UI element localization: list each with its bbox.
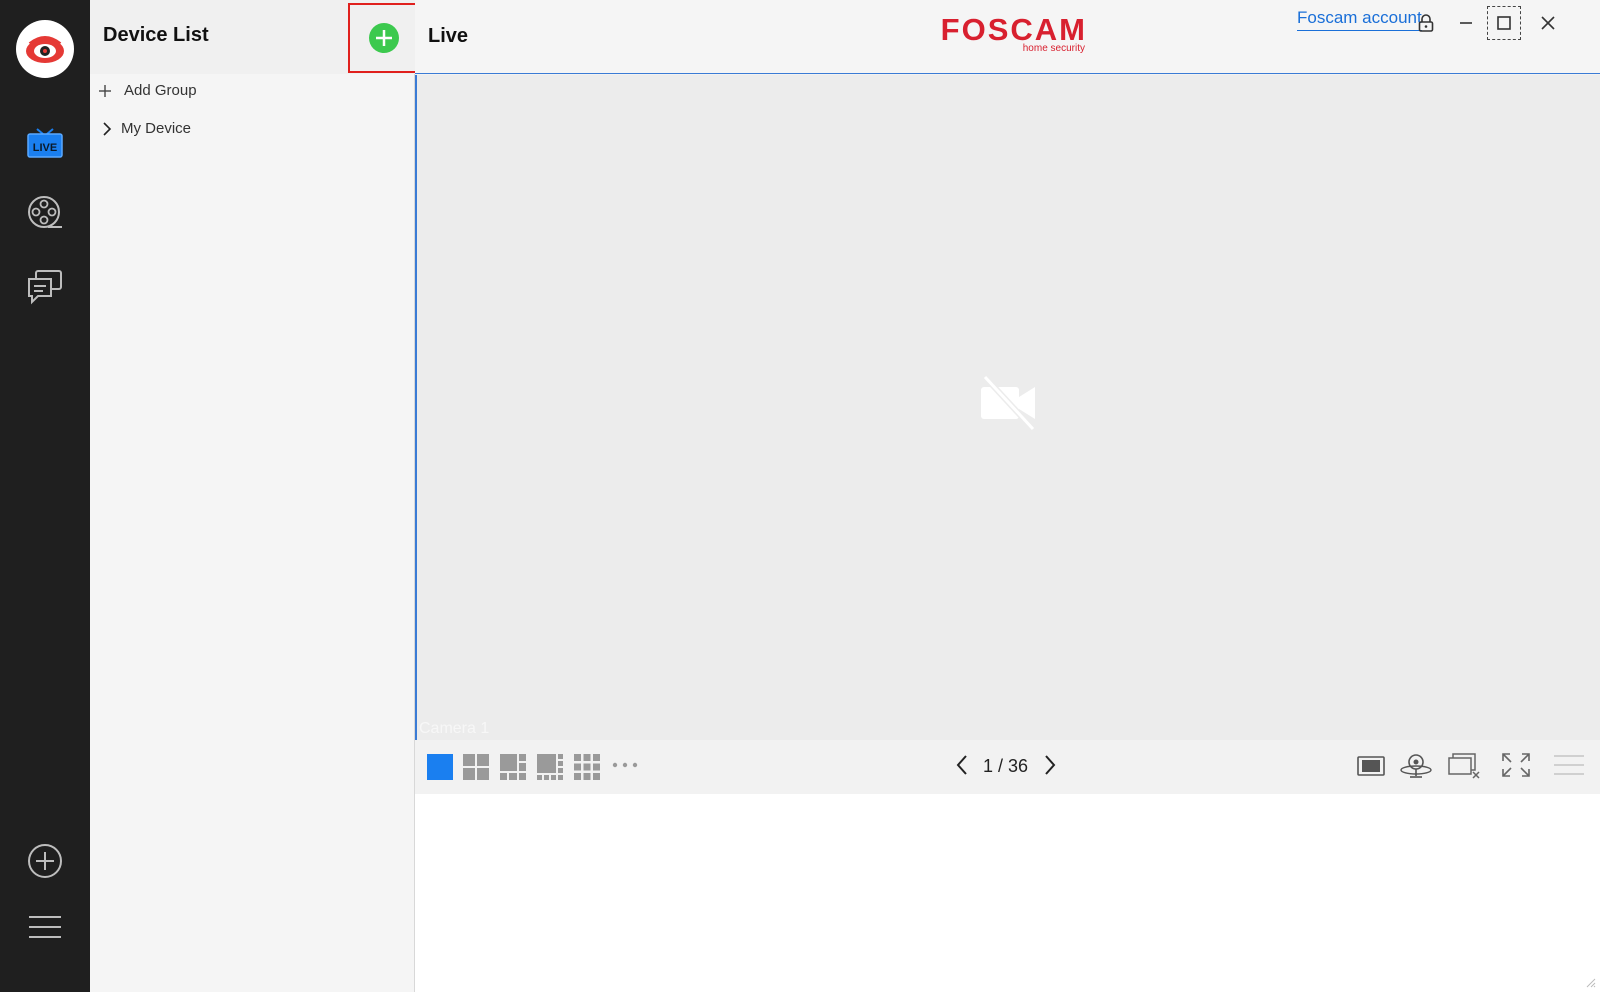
fullscreen-icon <box>1502 753 1530 777</box>
live-toolbar: 1 / 36 <box>415 740 1600 794</box>
resize-grip-icon[interactable] <box>1584 976 1596 988</box>
minimize-button[interactable] <box>1449 6 1483 40</box>
close-all-views-button[interactable] <box>1447 752 1481 780</box>
webcam-button[interactable] <box>1399 752 1433 780</box>
layout-4-button[interactable] <box>463 754 489 780</box>
film-reel-icon <box>28 196 62 228</box>
device-list-header: Device List <box>90 0 420 74</box>
webcam-icon <box>1400 754 1432 778</box>
chevron-right-icon <box>1045 755 1056 775</box>
foscam-app-window: LIVE Device List Add Group My Device Liv… <box>0 0 1600 992</box>
single-view-icon <box>427 754 453 780</box>
app-logo-icon <box>16 20 74 78</box>
green-plus-icon <box>369 23 399 53</box>
camera-label: Camera 1 <box>419 720 490 737</box>
page-title: Live <box>428 25 469 47</box>
hamburger-menu-icon <box>29 916 61 938</box>
add-group-label: Add Group <box>124 82 197 99</box>
grid-9-icon <box>574 754 600 780</box>
fullscreen-button[interactable] <box>1501 752 1531 778</box>
video-off-icon <box>981 375 1036 431</box>
close-icon <box>1541 16 1555 30</box>
minimize-icon <box>1460 22 1472 24</box>
grid-8-icon <box>537 754 563 780</box>
menu-nav-button[interactable] <box>22 904 68 950</box>
lock-icon <box>1418 14 1434 32</box>
close-button[interactable] <box>1531 6 1565 40</box>
stream-toggle-button[interactable] <box>1357 754 1385 778</box>
playback-nav-button[interactable] <box>22 190 68 236</box>
page-indicator: 1 / 36 <box>983 756 1029 776</box>
live-view-nav-button[interactable]: LIVE <box>22 120 68 166</box>
add-nav-button[interactable] <box>22 838 68 884</box>
screen-icon <box>1357 756 1385 776</box>
lock-button[interactable] <box>1409 6 1443 40</box>
device-list-title: Device List <box>103 24 209 46</box>
add-group-item[interactable]: Add Group <box>98 82 197 99</box>
chevron-right-icon <box>103 121 112 136</box>
maximize-button[interactable] <box>1487 6 1521 40</box>
foscam-brand-logo: FOSCAM home security <box>927 12 1087 55</box>
layout-6-button[interactable] <box>500 754 526 780</box>
nav-rail: LIVE <box>0 0 90 992</box>
more-layouts-button[interactable] <box>612 760 638 770</box>
add-device-button[interactable] <box>348 3 420 73</box>
live-video-pane[interactable]: Camera 1 <box>415 75 1600 740</box>
bottom-panel <box>415 794 1600 992</box>
device-list-panel: Device List Add Group My Device <box>90 0 420 992</box>
brand-name: FOSCAM <box>940 12 1087 47</box>
chevron-left-icon <box>956 755 967 775</box>
list-lines-icon <box>1554 755 1584 775</box>
foscam-account-link[interactable]: Foscam account <box>1297 8 1422 31</box>
messages-nav-button[interactable] <box>22 264 68 310</box>
previous-page-button[interactable] <box>955 754 969 776</box>
grid-6-icon <box>500 754 526 780</box>
layout-8-button[interactable] <box>537 754 563 780</box>
layout-1-button[interactable] <box>427 754 453 780</box>
live-tv-icon: LIVE <box>27 128 63 158</box>
my-device-label: My Device <box>121 120 192 137</box>
close-windows-icon <box>1448 753 1480 779</box>
chat-bubbles-icon <box>28 270 62 305</box>
svg-text:LIVE: LIVE <box>33 142 57 154</box>
plus-icon <box>99 84 111 97</box>
next-page-button[interactable] <box>1043 754 1057 776</box>
my-device-group[interactable]: My Device <box>102 120 191 137</box>
maximize-icon <box>1497 16 1511 30</box>
layout-9-button[interactable] <box>574 754 600 780</box>
list-view-button[interactable] <box>1553 754 1585 776</box>
plus-circle-icon <box>28 844 62 878</box>
grid-4-icon <box>463 754 489 780</box>
more-dots-icon <box>612 762 638 768</box>
top-bar: Live FOSCAM home security Foscam account <box>415 0 1600 74</box>
